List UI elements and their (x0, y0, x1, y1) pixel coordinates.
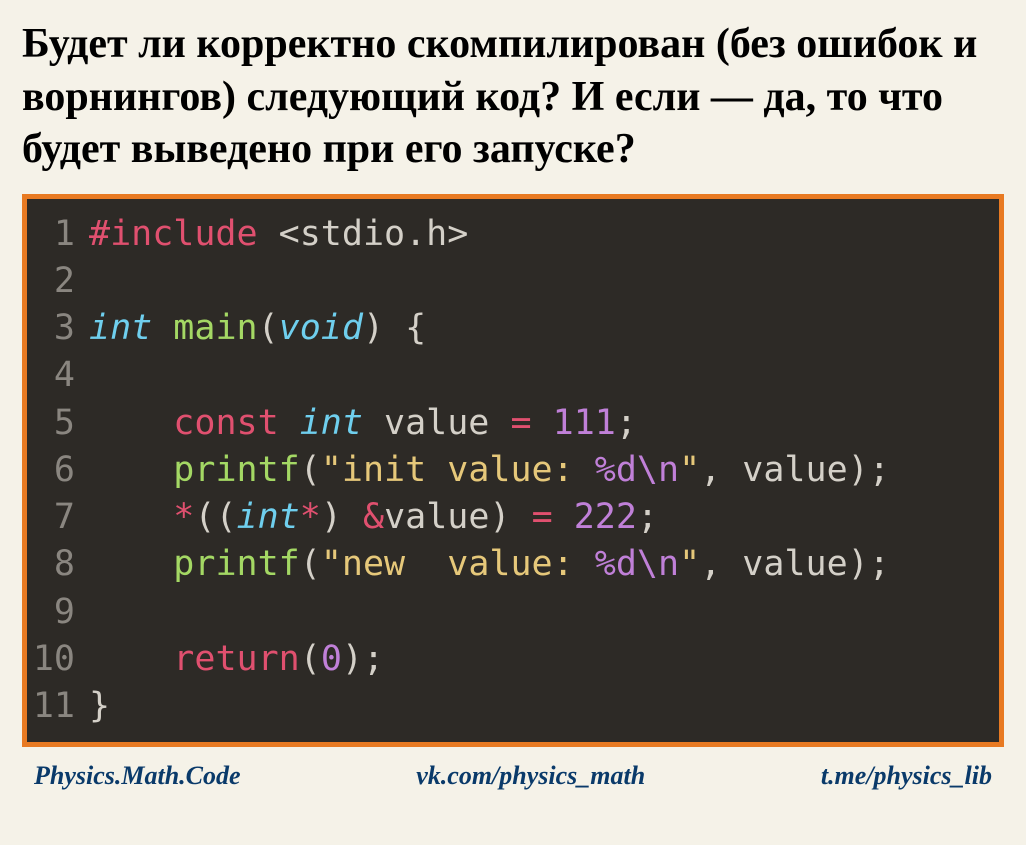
code-line: 10 return(0); (27, 636, 999, 683)
line-number: 10 (27, 636, 89, 683)
footer: Physics.Math.Code vk.com/physics_math t.… (22, 761, 1004, 791)
code-line: 8 printf("new value: %d\n", value); (27, 541, 999, 588)
footer-brand: Physics.Math.Code (34, 761, 241, 791)
code-content: int main(void) { (89, 305, 999, 352)
code-line: 4 (27, 352, 999, 399)
code-content (89, 258, 999, 305)
code-content: *((int*) &value) = 222; (89, 494, 999, 541)
code-line: 11} (27, 683, 999, 730)
line-number: 9 (27, 589, 89, 636)
code-line: 5 const int value = 111; (27, 400, 999, 447)
code-line: 7 *((int*) &value) = 222; (27, 494, 999, 541)
code-content (89, 589, 999, 636)
line-number: 1 (27, 211, 89, 258)
code-line: 3int main(void) { (27, 305, 999, 352)
line-number: 3 (27, 305, 89, 352)
line-number: 6 (27, 447, 89, 494)
line-number: 8 (27, 541, 89, 588)
line-number: 2 (27, 258, 89, 305)
code-content: printf("init value: %d\n", value); (89, 447, 999, 494)
code-line: 9 (27, 589, 999, 636)
line-number: 11 (27, 683, 89, 730)
line-number: 5 (27, 400, 89, 447)
line-number: 4 (27, 352, 89, 399)
line-number: 7 (27, 494, 89, 541)
code-line: 1#include <stdio.h> (27, 211, 999, 258)
code-content: const int value = 111; (89, 400, 999, 447)
code-content: #include <stdio.h> (89, 211, 999, 258)
code-content: } (89, 683, 999, 730)
code-content: printf("new value: %d\n", value); (89, 541, 999, 588)
footer-tg: t.me/physics_lib (821, 761, 992, 791)
code-block: 1#include <stdio.h>2 3int main(void) {4 … (22, 194, 1004, 748)
code-content (89, 352, 999, 399)
question-text: Будет ли корректно скомпилирован (без ош… (22, 18, 1004, 176)
footer-vk: vk.com/physics_math (416, 761, 645, 791)
code-content: return(0); (89, 636, 999, 683)
code-line: 6 printf("init value: %d\n", value); (27, 447, 999, 494)
code-line: 2 (27, 258, 999, 305)
